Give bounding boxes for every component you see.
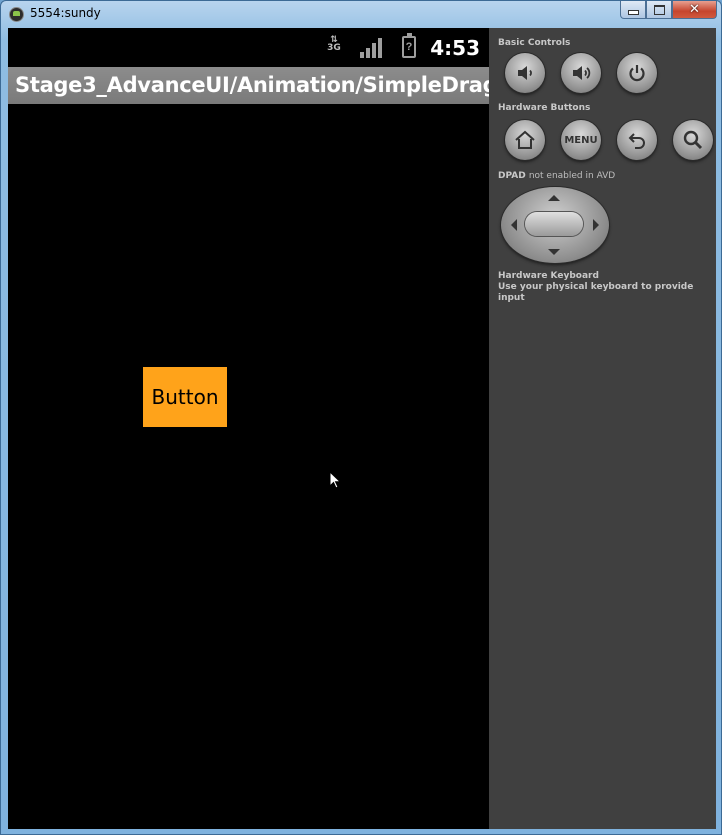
- dpad-control[interactable]: [501, 187, 609, 263]
- close-button[interactable]: ✕: [672, 1, 717, 19]
- dpad-label: DPAD: [498, 171, 526, 181]
- emulator-window: 5554:sundy ✕ ⇅ 3G ? 4:53 Stage3_AdvanceU…: [0, 0, 722, 835]
- hardware-buttons-heading: Hardware Buttons: [498, 103, 591, 113]
- dpad-heading: DPAD not enabled in AVD: [498, 171, 615, 181]
- close-icon: ✕: [689, 2, 700, 17]
- draggable-button[interactable]: Button: [143, 367, 227, 427]
- volume-down-icon: [518, 66, 532, 80]
- home-button[interactable]: [505, 120, 545, 160]
- volume-up-icon: [573, 66, 591, 80]
- mouse-pointer-icon: [329, 471, 341, 489]
- maximize-button[interactable]: [646, 1, 672, 19]
- menu-label: MENU: [564, 134, 598, 146]
- network-type-label: 3G: [327, 43, 341, 53]
- dpad-down-icon[interactable]: [548, 249, 560, 255]
- minimize-button[interactable]: [620, 1, 646, 19]
- window-title: 5554:sundy: [30, 6, 101, 20]
- maximize-icon: [653, 4, 665, 15]
- battery-unknown-icon: ?: [402, 33, 416, 58]
- dpad-center-button[interactable]: [525, 212, 583, 236]
- search-icon: [683, 130, 703, 150]
- status-bar: ⇅ 3G ? 4:53: [8, 28, 489, 67]
- back-icon: [628, 133, 645, 149]
- hardware-keyboard-info: Hardware Keyboard Use your physical keyb…: [498, 271, 716, 304]
- volume-down-button[interactable]: [505, 53, 545, 93]
- dpad-up-icon[interactable]: [548, 195, 560, 201]
- dpad-left-icon[interactable]: [511, 219, 517, 231]
- android-app-icon: [9, 7, 24, 22]
- back-button[interactable]: [617, 120, 657, 160]
- status-clock: 4:53: [430, 36, 480, 60]
- window-client-area: ⇅ 3G ? 4:53 Stage3_AdvanceUI/Animation/S…: [8, 28, 716, 829]
- basic-controls-heading: Basic Controls: [498, 38, 571, 48]
- title-bar[interactable]: 5554:sundy ✕: [1, 1, 721, 27]
- search-button[interactable]: [673, 120, 713, 160]
- power-button[interactable]: [617, 53, 657, 93]
- keyboard-note: Use your physical keyboard to provide in…: [498, 282, 694, 303]
- device-screen: ⇅ 3G ? 4:53 Stage3_AdvanceUI/Animation/S…: [8, 28, 498, 829]
- activity-title: Stage3_AdvanceUI/Animation/SimpleDrag: [15, 73, 498, 97]
- dpad-note: not enabled in AVD: [528, 171, 616, 181]
- home-icon: [515, 130, 535, 149]
- network-3g-icon: ⇅ 3G: [327, 35, 341, 53]
- volume-up-button[interactable]: [561, 53, 601, 93]
- minimize-icon: [627, 10, 639, 15]
- keyboard-title: Hardware Keyboard: [498, 271, 599, 281]
- dpad-right-icon[interactable]: [593, 219, 599, 231]
- activity-title-bar: Stage3_AdvanceUI/Animation/SimpleDrag: [8, 67, 498, 104]
- signal-strength-icon: [360, 38, 384, 58]
- power-icon: [629, 65, 645, 82]
- menu-button[interactable]: MENU: [561, 120, 601, 160]
- emulator-controls-panel: Basic Controls Hardware Buttons MENU DPA…: [489, 28, 716, 829]
- activity-content: Button: [8, 104, 489, 829]
